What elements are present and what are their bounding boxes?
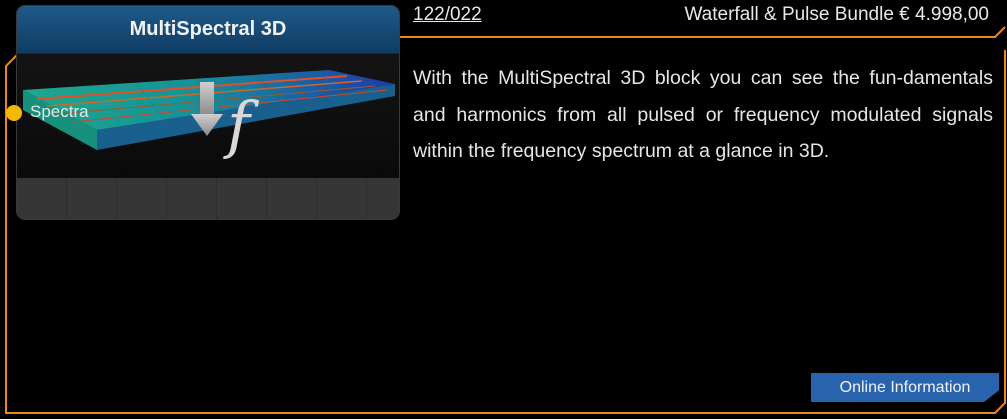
online-information-button[interactable]: Online Information — [811, 373, 999, 402]
block-title: MultiSpectral 3D — [17, 6, 399, 54]
block-description: With the MultiSpectral 3D block you can … — [413, 67, 993, 162]
block-footer — [17, 178, 399, 219]
input-port-icon[interactable] — [6, 105, 22, 121]
port-label: Spectra — [30, 102, 89, 121]
article-number-link[interactable]: 122/022 — [413, 4, 482, 26]
product-price: Waterfall & Pulse Bundle € 4.998,00 — [684, 4, 989, 25]
